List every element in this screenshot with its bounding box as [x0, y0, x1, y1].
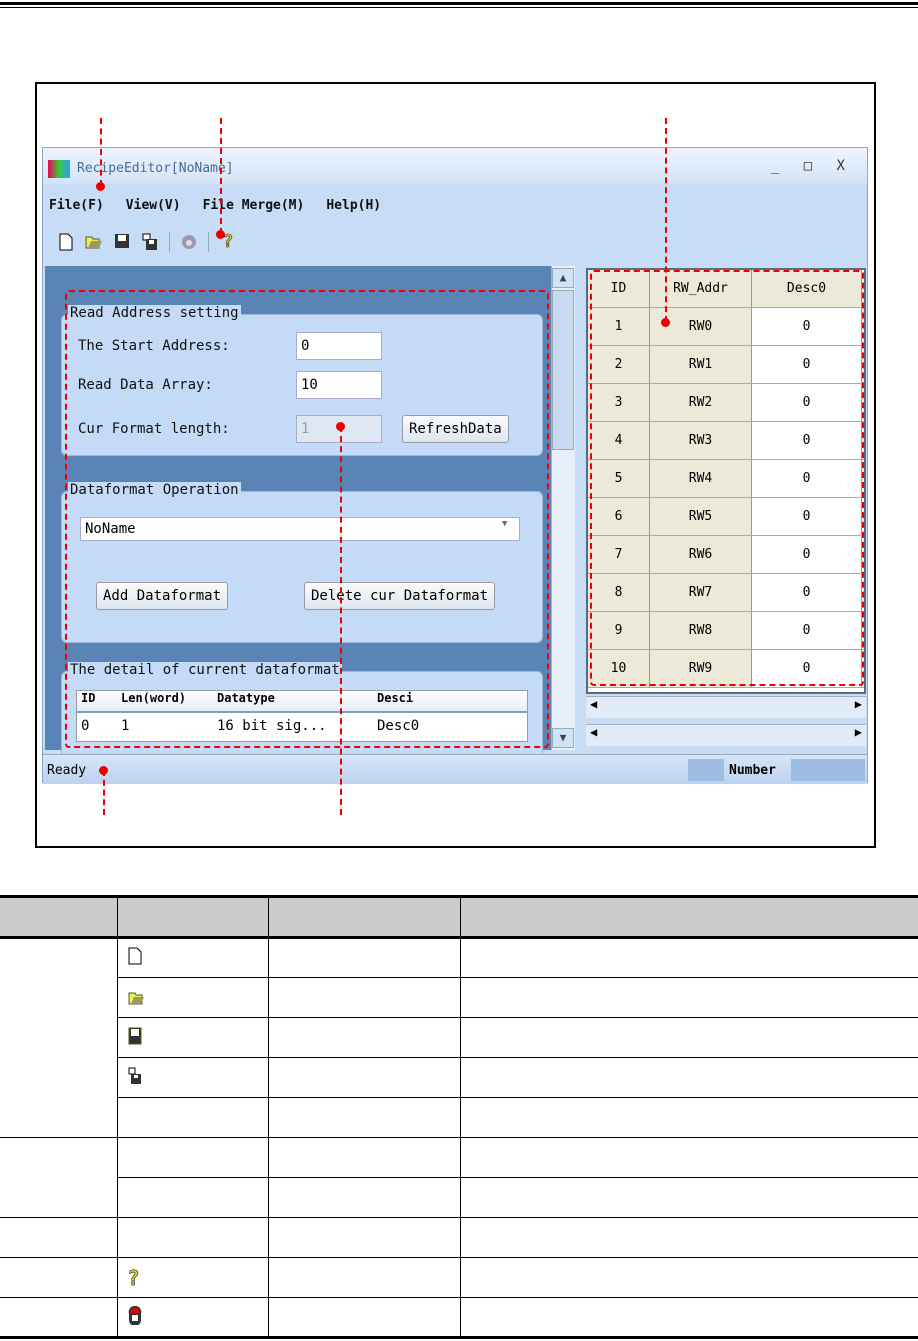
cell [267, 1057, 461, 1098]
icon-cell [116, 937, 269, 978]
cell [267, 937, 461, 978]
save-as-icon[interactable] [141, 233, 159, 251]
connect-icon[interactable] [180, 233, 198, 251]
category-cell [0, 1137, 118, 1218]
annotation-box-grid [590, 270, 864, 686]
save-icon [128, 1027, 142, 1045]
help-icon: ? [127, 1266, 140, 1291]
annotation-line [220, 118, 222, 234]
icon-cell [117, 1017, 269, 1058]
cell [459, 1057, 918, 1098]
status-bar: Ready Number [43, 754, 867, 784]
cell [267, 1097, 461, 1138]
grid-hscroll-1[interactable]: ◀ ▶ [586, 696, 866, 718]
cell [459, 1097, 918, 1138]
annotation-dot [99, 766, 108, 775]
table-row [0, 937, 918, 1138]
title-bar: RecipeEditor[NoName] _ □ X [43, 148, 867, 184]
icon-cell [116, 1217, 269, 1258]
menu-bar: File(F) View(V) File Merge(M) Help(H) [49, 198, 381, 213]
menu-file[interactable]: File(F) [49, 198, 104, 213]
category-cell [0, 1297, 118, 1339]
menu-view[interactable]: View(V) [126, 198, 181, 213]
annotation-line [103, 770, 105, 815]
annotation-dot [216, 230, 225, 239]
app-icon [48, 160, 70, 178]
table-row [0, 1097, 918, 1138]
table-row [0, 1177, 918, 1218]
cell [267, 1177, 461, 1218]
grid-hscroll-2[interactable]: ◀ ▶ [586, 724, 866, 746]
cell [459, 1017, 918, 1058]
toolbar: ? [57, 232, 237, 252]
cell [267, 1217, 461, 1258]
table-row [0, 1017, 918, 1058]
window-controls[interactable]: _ □ X [771, 158, 853, 174]
new-file-icon [128, 947, 142, 965]
annotation-box-settings [65, 290, 549, 748]
table-row [0, 977, 918, 1018]
category-cell [0, 937, 118, 1138]
table-row [0, 1137, 918, 1218]
cell [459, 1137, 918, 1178]
header-rule-thin [0, 7, 918, 8]
table-header [0, 895, 918, 939]
cell [459, 1217, 918, 1258]
cell [459, 977, 918, 1018]
cell [267, 1017, 461, 1058]
status-pane [791, 759, 865, 781]
save-as-icon [128, 1067, 142, 1085]
description-table: ? [0, 895, 918, 1339]
connect-icon [128, 1305, 142, 1326]
cell [459, 937, 918, 978]
icon-cell [116, 1137, 269, 1178]
cell [459, 1297, 918, 1339]
scroll-up-icon[interactable]: ▲ [552, 268, 574, 288]
table-row [0, 1057, 918, 1098]
scroll-thumb[interactable] [552, 290, 574, 450]
cell [459, 1257, 918, 1298]
menu-help[interactable]: Help(H) [326, 198, 381, 213]
cell [267, 1297, 461, 1339]
annotation-line [100, 118, 102, 186]
toolbar-separator [169, 232, 170, 252]
scroll-down-icon[interactable]: ▼ [552, 728, 574, 748]
icon-cell [116, 1297, 269, 1339]
save-icon[interactable] [113, 233, 131, 251]
status-pane [688, 759, 724, 781]
category-cell [0, 1217, 118, 1258]
new-file-icon[interactable] [57, 233, 75, 251]
vertical-scrollbar[interactable]: ▲ ▼ [551, 266, 575, 750]
icon-cell [117, 977, 269, 1018]
icon-cell [117, 1097, 269, 1138]
icon-cell: ? [116, 1257, 269, 1298]
table-row [0, 1297, 918, 1339]
cell [267, 1257, 461, 1298]
annotation-dot [96, 182, 105, 191]
open-folder-icon [128, 987, 144, 1005]
cell [459, 1177, 918, 1218]
cell [267, 977, 461, 1018]
status-number: Number [729, 763, 776, 778]
icon-cell [117, 1057, 269, 1098]
toolbar-separator [208, 232, 209, 252]
table-row: ? [0, 1257, 918, 1298]
open-folder-icon[interactable] [85, 233, 103, 251]
icon-cell [117, 1177, 269, 1218]
header-rule [0, 2, 918, 5]
status-text: Ready [47, 763, 87, 778]
cell [267, 1137, 461, 1178]
category-cell [0, 1257, 118, 1298]
menu-file-merge[interactable]: File Merge(M) [203, 198, 305, 213]
table-row [0, 1217, 918, 1258]
